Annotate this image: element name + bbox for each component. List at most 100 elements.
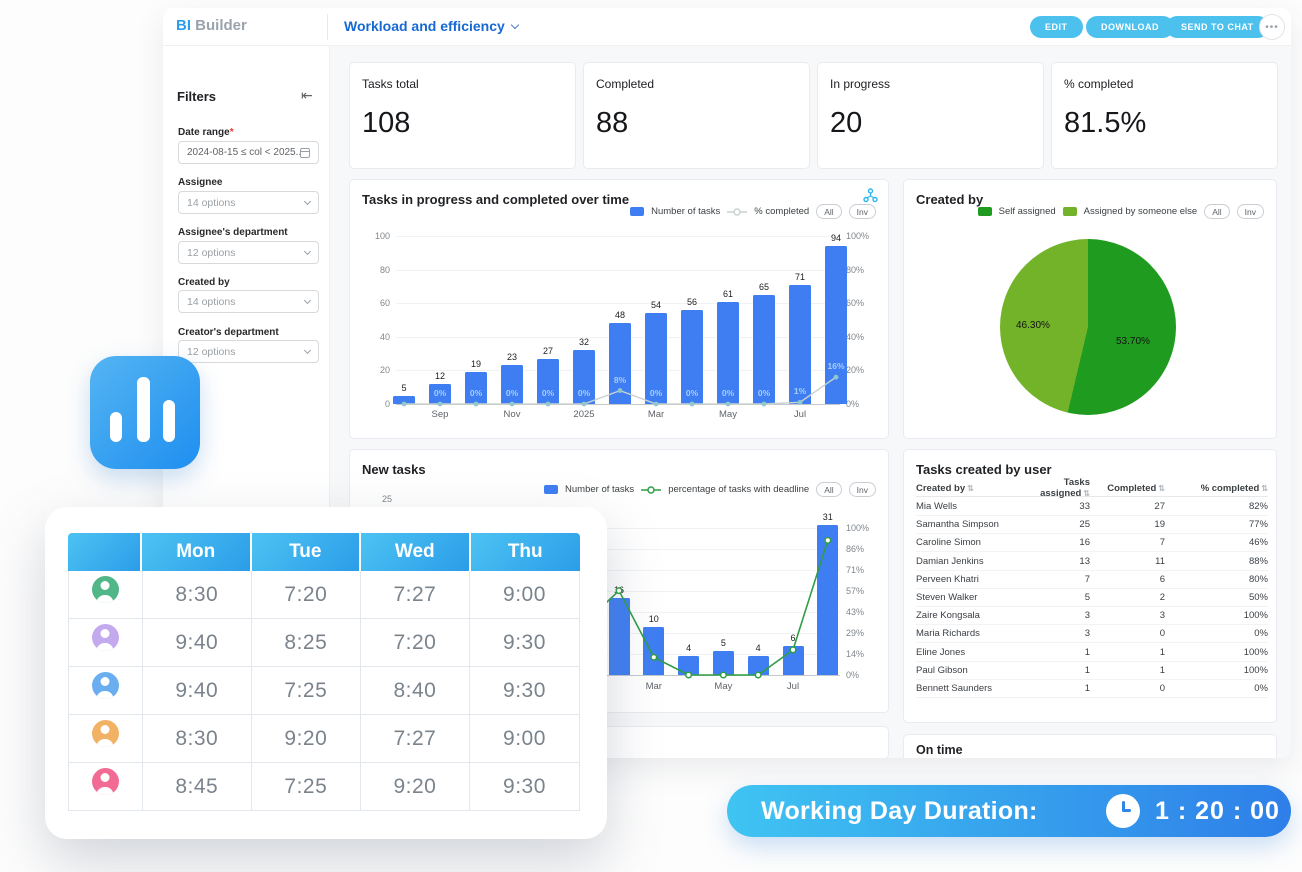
bar-pct-label: 0% [677, 388, 707, 398]
cell-pct-completed: 82% [1165, 501, 1268, 512]
bar [678, 656, 699, 675]
collapse-sidebar-icon[interactable]: ⇤ [301, 87, 313, 104]
inv-pill[interactable]: Inv [1237, 204, 1264, 219]
x-axis-tick: Sep [420, 409, 460, 420]
time-cell: 8:30 [143, 715, 252, 762]
bar-pct-label: 0% [749, 388, 779, 398]
green-user-avatar [92, 576, 119, 603]
sort-icon: ⇅ [1261, 484, 1268, 493]
time-cell: 8:45 [143, 763, 252, 810]
logo-bi: BI [176, 17, 191, 34]
table-row: Mia Wells332782% [916, 498, 1268, 516]
blue-user-avatar [92, 672, 119, 699]
cell-pct-completed: 0% [1165, 683, 1268, 694]
bar-value-label: 27 [533, 346, 563, 356]
bar-pct-label: 1% [785, 386, 815, 396]
y2-axis-tick: 40% [846, 332, 864, 342]
bar-value-label: 56 [677, 297, 707, 307]
bar-chart-icon [163, 400, 175, 442]
time-cell: 7:20 [361, 619, 470, 666]
cell-pct-completed: 100% [1165, 610, 1268, 621]
edit-button[interactable]: EDIT [1030, 16, 1083, 38]
time-cell: 7:27 [361, 715, 470, 762]
download-button[interactable]: DOWNLOAD [1086, 16, 1174, 38]
bar-pct-label: 0% [533, 388, 563, 398]
kpi-card-in-progress: In progress 20 [818, 63, 1043, 168]
y2-axis-tick: 100% [846, 523, 869, 533]
table-row: Bennett Saunders100% [916, 680, 1268, 698]
y-axis-tick: 100 [358, 231, 390, 241]
filter-label-assignee: Assignee [178, 177, 222, 188]
chart-card-created-by: Created by Self assigned Assigned by som… [904, 180, 1276, 438]
kpi-value: 88 [596, 107, 628, 140]
date-range-input[interactable]: 2024-08-15 ≤ col < 2025... [178, 141, 319, 164]
cell-tasks-assigned: 1 [1020, 647, 1090, 658]
cell-pct-completed: 80% [1165, 574, 1268, 585]
col-completed[interactable]: Completed⇅ [1090, 483, 1165, 494]
bar [783, 646, 804, 675]
cell-created-by: Damian Jenkins [916, 556, 1020, 567]
cell-tasks-assigned: 1 [1020, 665, 1090, 676]
purple-user-avatar [92, 624, 119, 651]
dashboard-title-dropdown[interactable]: Workload and efficiency [344, 18, 518, 34]
bar-value-label: 4 [743, 643, 773, 653]
kpi-value: 20 [830, 107, 862, 140]
col-tasks-assigned[interactable]: Tasks assigned⇅ [1020, 477, 1090, 499]
cell-tasks-assigned: 33 [1020, 501, 1090, 512]
col-created-by[interactable]: Created by⇅ [916, 483, 1020, 494]
created-by-select[interactable]: 14 options [178, 290, 319, 313]
y2-axis-tick: 57% [846, 586, 864, 596]
calendar-icon [300, 148, 310, 158]
assignee-department-select[interactable]: 12 options [178, 241, 319, 264]
timesheet-col-wed: Wed [361, 533, 471, 571]
cell-tasks-assigned: 1 [1020, 683, 1090, 694]
cell-completed: 6 [1090, 574, 1165, 585]
bar-chart-icon [110, 412, 122, 442]
dashboard-title: Workload and efficiency [344, 18, 505, 34]
header-divider [327, 14, 328, 40]
screen: BI Builder Workload and efficiency EDIT … [0, 0, 1302, 872]
bar-pct-label: 0% [713, 388, 743, 398]
creator-department-select[interactable]: 12 options [178, 340, 319, 363]
timesheet-col-thu: Thu [471, 533, 581, 571]
timesheet-corner-cell [68, 533, 142, 571]
on-time-card: On time [904, 735, 1276, 758]
col-pct-completed[interactable]: % completed⇅ [1165, 483, 1268, 494]
y-axis-tick: 60 [358, 298, 390, 308]
banner-label: Working Day Duration: [761, 797, 1038, 826]
bar-pct-label: 16% [821, 361, 851, 371]
cell-created-by: Caroline Simon [916, 537, 1020, 548]
table-row: Damian Jenkins131188% [916, 553, 1268, 571]
y2-axis-tick: 80% [846, 265, 864, 275]
assignee-select[interactable]: 14 options [178, 191, 319, 214]
user-table-card: Tasks created by user Created by⇅ Tasks … [904, 450, 1276, 722]
timesheet-col-mon: Mon [142, 533, 252, 571]
kpi-card-pct-completed: % completed 81.5% [1052, 63, 1277, 168]
chevron-down-icon [304, 297, 311, 304]
cell-pct-completed: 100% [1165, 647, 1268, 658]
x-axis-tick: Mar [634, 681, 674, 692]
bar-pct-label: 0% [461, 388, 491, 398]
y2-axis-tick: 29% [846, 628, 864, 638]
chevron-down-icon [304, 248, 311, 255]
bi-app-icon [90, 356, 200, 469]
all-pill[interactable]: All [1204, 204, 1229, 219]
sort-icon: ⇅ [1083, 489, 1090, 498]
x-axis-tick: May [703, 681, 743, 692]
more-options-icon[interactable]: ••• [1259, 14, 1285, 40]
x-axis-tick: Nov [492, 409, 532, 420]
x-axis-tick: Mar [636, 409, 676, 420]
bar [501, 365, 523, 404]
cell-tasks-assigned: 25 [1020, 519, 1090, 530]
send-to-chat-button[interactable]: SEND TO CHAT [1166, 16, 1269, 38]
table-row: Zaire Kongsala33100% [916, 607, 1268, 625]
timesheet-row: 9:408:257:209:30 [68, 619, 580, 667]
cell-completed: 1 [1090, 647, 1165, 658]
kpi-value: 108 [362, 107, 410, 140]
filter-label-creator-department: Creator's department [178, 327, 279, 338]
cell-created-by: Zaire Kongsala [916, 610, 1020, 621]
bar-value-label: 32 [569, 337, 599, 347]
avatar-cell [69, 619, 143, 666]
time-cell: 7:27 [361, 571, 470, 618]
gridline [396, 236, 840, 237]
